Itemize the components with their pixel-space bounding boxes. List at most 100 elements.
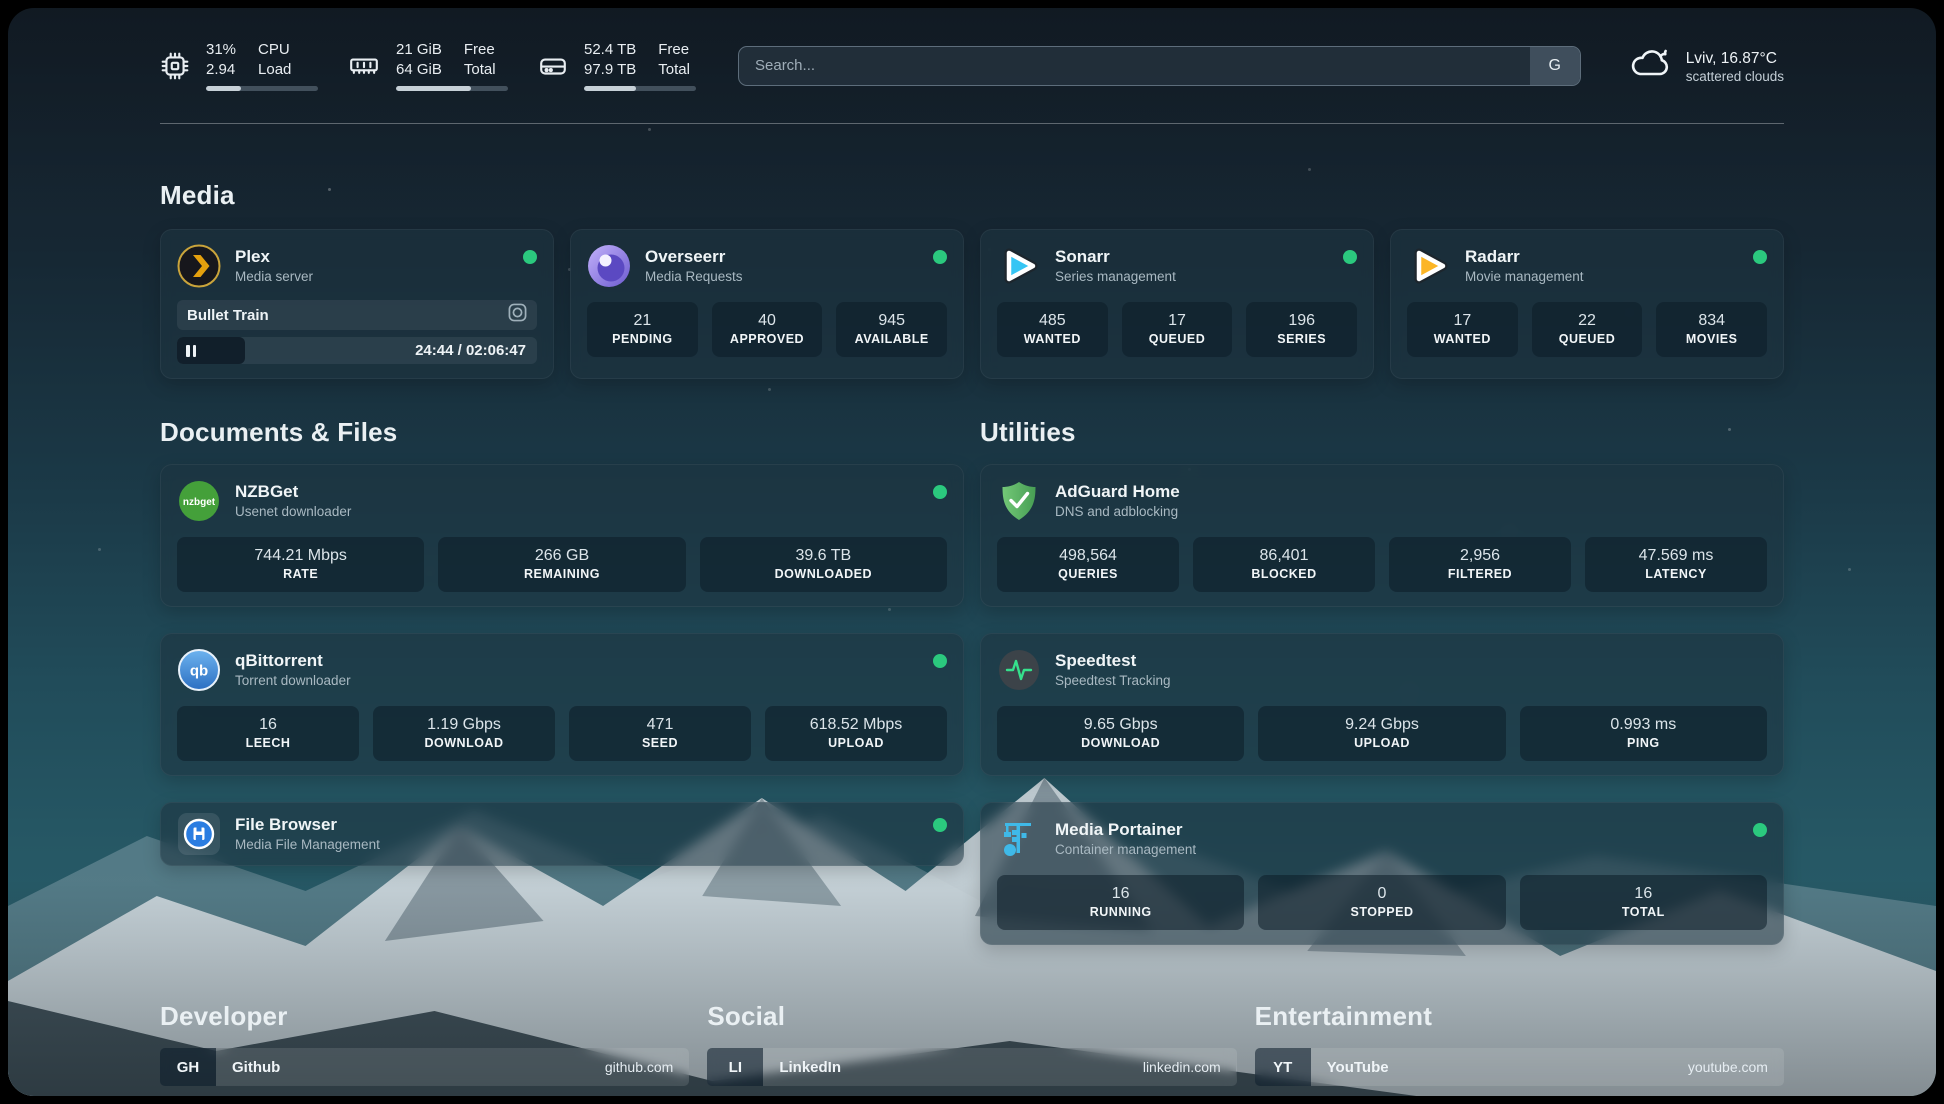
- stat-queued: 22 QUEUED: [1532, 302, 1643, 357]
- app-name: qBittorrent: [235, 650, 919, 672]
- link-linkedin[interactable]: LI LinkedIn linkedin.com: [707, 1048, 1236, 1086]
- status-dot-online: [1753, 823, 1767, 837]
- weather-condition: scattered clouds: [1686, 69, 1784, 84]
- memory-progress-bar: [396, 86, 508, 91]
- stat-queued: 17 QUEUED: [1122, 302, 1233, 357]
- app-subtitle: Speedtest Tracking: [1055, 672, 1767, 690]
- link-youtube[interactable]: YT YouTube youtube.com: [1255, 1048, 1784, 1086]
- stat-remaining: 266 GB REMAINING: [438, 537, 685, 592]
- status-dot-online: [1343, 250, 1357, 264]
- disk-values: 52.4 TB 97.9 TB: [584, 40, 636, 80]
- nzbget-icon: nzbget: [177, 479, 221, 523]
- section-title-utilities: Utilities: [980, 417, 1784, 448]
- stat-upload: 618.52 Mbps UPLOAD: [765, 706, 947, 761]
- stat-available: 945 AVAILABLE: [836, 302, 947, 357]
- link-github[interactable]: GH Github github.com: [160, 1048, 689, 1086]
- plex-icon: [177, 244, 221, 288]
- app-name: Sonarr: [1055, 246, 1329, 268]
- cloud-icon: [1627, 43, 1673, 88]
- app-name: Plex: [235, 246, 509, 268]
- cpu-icon: [160, 51, 190, 81]
- media-disc-icon: [508, 303, 527, 327]
- section-title-entertainment: Entertainment: [1255, 1001, 1784, 1032]
- status-dot-online: [523, 250, 537, 264]
- disk-widget: 52.4 TB 97.9 TB Free Total: [538, 40, 696, 91]
- disk-icon: [538, 51, 568, 81]
- app-name: NZBGet: [235, 481, 919, 503]
- stat-ping: 0.993 ms PING: [1520, 706, 1767, 761]
- filebrowser-icon: [177, 812, 221, 856]
- radarr-icon: [1407, 244, 1451, 288]
- cpu-progress-bar: [206, 86, 318, 91]
- pause-icon[interactable]: [186, 345, 196, 357]
- memory-widget: 21 GiB 64 GiB Free Total: [348, 40, 508, 91]
- links-entertainment: Entertainment YT YouTube youtube.com NF …: [1255, 1001, 1784, 1096]
- app-subtitle: Media Requests: [645, 268, 919, 286]
- app-subtitle: Container management: [1055, 841, 1739, 859]
- app-name: Media Portainer: [1055, 819, 1739, 841]
- stat-running: 16 RUNNING: [997, 875, 1244, 930]
- app-card-filebrowser[interactable]: File Browser Media File Management: [160, 802, 964, 866]
- app-card-qbittorrent[interactable]: qb qBittorrent Torrent downloader 16 LEE…: [160, 633, 964, 776]
- stat-leech: 16 LEECH: [177, 706, 359, 761]
- dashboard-content: Media Plex Media server: [160, 180, 1784, 1096]
- app-card-nzbget[interactable]: nzbget NZBGet Usenet downloader 74: [160, 464, 964, 607]
- app-card-speedtest[interactable]: Speedtest Speedtest Tracking 9.65 Gbps D…: [980, 633, 1784, 776]
- stat-pending: 21 PENDING: [587, 302, 698, 357]
- stat-total: 16 TOTAL: [1520, 875, 1767, 930]
- sonarr-icon: [997, 244, 1041, 288]
- link-badge: GH: [160, 1048, 216, 1086]
- svg-text:nzbget: nzbget: [183, 497, 216, 508]
- qbittorrent-icon: qb: [177, 648, 221, 692]
- app-card-overseerr[interactable]: Overseerr Media Requests 21 PENDING 40 A…: [570, 229, 964, 379]
- links-social: Social LI LinkedIn linkedin.com TW Twitt…: [707, 1001, 1236, 1096]
- app-name: Radarr: [1465, 246, 1739, 268]
- search-input[interactable]: [739, 47, 1530, 85]
- app-subtitle: Movie management: [1465, 268, 1739, 286]
- media-grid: Plex Media server Bullet Train: [160, 229, 1784, 379]
- stat-wanted: 485 WANTED: [997, 302, 1108, 357]
- status-dot-online: [933, 250, 947, 264]
- app-name: File Browser: [235, 814, 919, 836]
- adguard-icon: [997, 479, 1041, 523]
- app-name: AdGuard Home: [1055, 481, 1767, 503]
- cpu-widget: 31% 2.94 CPU Load: [160, 40, 318, 91]
- app-subtitle: DNS and adblocking: [1055, 503, 1767, 521]
- search-bar: G: [738, 46, 1581, 86]
- app-name: Overseerr: [645, 246, 919, 268]
- app-card-plex[interactable]: Plex Media server Bullet Train: [160, 229, 554, 379]
- app-name: Speedtest: [1055, 650, 1767, 672]
- cpu-values: 31% 2.94: [206, 40, 236, 80]
- stat-latency: 47.569 ms LATENCY: [1585, 537, 1767, 592]
- svg-text:qb: qb: [190, 663, 208, 680]
- link-badge: YT: [1255, 1048, 1311, 1086]
- now-playing-title: Bullet Train: [187, 307, 508, 324]
- playback-progress-bar[interactable]: 24:44 / 02:06:47: [177, 337, 537, 364]
- status-dot-online: [933, 654, 947, 668]
- top-bar: 31% 2.94 CPU Load: [160, 8, 1784, 124]
- documents-column: Documents & Files nzbget NZBGet: [160, 417, 964, 866]
- stat-queries: 498,564 QUERIES: [997, 537, 1179, 592]
- section-title-social: Social: [707, 1001, 1236, 1032]
- app-card-adguard[interactable]: AdGuard Home DNS and adblocking 498,564 …: [980, 464, 1784, 607]
- playback-time: 24:44 / 02:06:47: [415, 342, 526, 359]
- weather-location-temp: Lviv, 16.87°C: [1686, 48, 1784, 69]
- app-subtitle: Usenet downloader: [235, 503, 919, 521]
- search-engine-button[interactable]: G: [1530, 47, 1580, 85]
- app-card-sonarr[interactable]: Sonarr Series management 485 WANTED 17 Q…: [980, 229, 1374, 379]
- link-badge: LI: [707, 1048, 763, 1086]
- app-card-radarr[interactable]: Radarr Movie management 17 WANTED 22 QUE…: [1390, 229, 1784, 379]
- disk-labels: Free Total: [658, 40, 690, 80]
- status-dot-online: [933, 818, 947, 832]
- disk-progress-bar: [584, 86, 696, 91]
- cpu-labels: CPU Load: [258, 40, 291, 80]
- stat-download: 1.19 Gbps DOWNLOAD: [373, 706, 555, 761]
- app-subtitle: Torrent downloader: [235, 672, 919, 690]
- app-card-portainer[interactable]: Media Portainer Container management 16 …: [980, 802, 1784, 945]
- cpu-percent: 31%: [206, 40, 236, 60]
- stat-movies: 834 MOVIES: [1656, 302, 1767, 357]
- memory-labels: Free Total: [464, 40, 496, 80]
- stat-stopped: 0 STOPPED: [1258, 875, 1505, 930]
- weather-widget: Lviv, 16.87°C scattered clouds: [1627, 43, 1784, 88]
- memory-values: 21 GiB 64 GiB: [396, 40, 442, 80]
